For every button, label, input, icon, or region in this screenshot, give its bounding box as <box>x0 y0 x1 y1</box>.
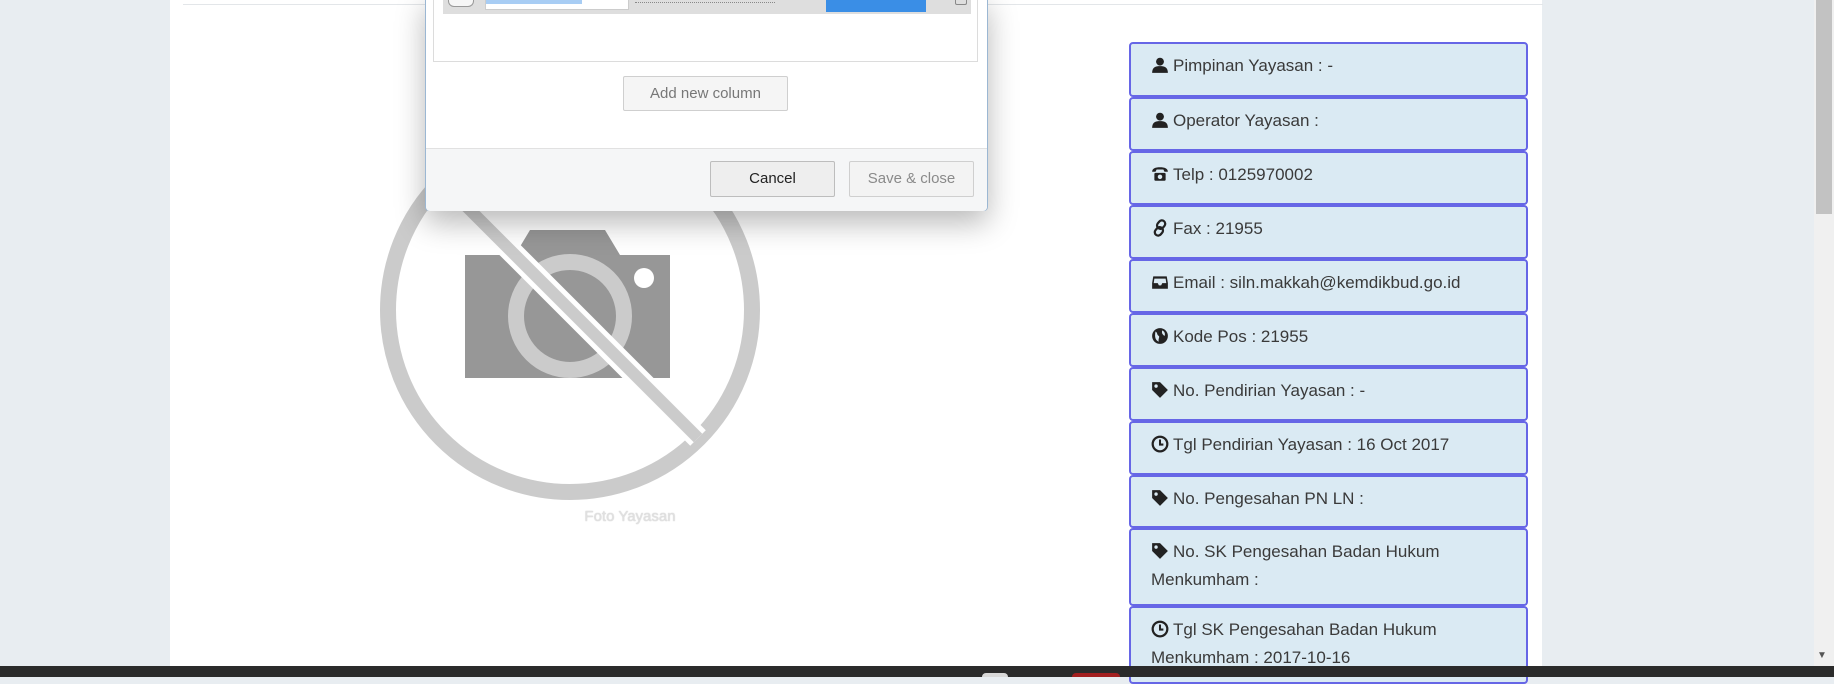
info-label: Email : siln.makkah@kemdikbud.go.id <box>1173 273 1461 292</box>
info-kode-pos: Kode Pos : 21955 <box>1129 313 1528 367</box>
scroll-down-arrow-icon[interactable]: ▼ <box>1817 650 1827 661</box>
info-label: No. Pendirian Yayasan : - <box>1173 381 1366 400</box>
scrollbar-thumb[interactable] <box>1816 0 1832 214</box>
taskbar-app-icon[interactable] <box>982 673 1008 677</box>
info-email: Email : siln.makkah@kemdikbud.go.id <box>1129 259 1528 313</box>
info-tgl-pendirian: Tgl Pendirian Yayasan : 16 Oct 2017 <box>1129 421 1528 475</box>
column-type-select[interactable] <box>635 0 775 3</box>
info-operator: Operator Yayasan : <box>1129 97 1528 151</box>
add-new-column-button[interactable]: Add new column <box>623 76 788 111</box>
info-no-sk-pengesahan: No. SK Pengesahan Badan Hukum Menkumham … <box>1129 528 1528 606</box>
cancel-button[interactable]: Cancel <box>710 161 835 197</box>
info-label: No. Pengesahan PN LN : <box>1173 489 1364 508</box>
user-icon <box>1151 53 1173 81</box>
info-label: Tgl Pendirian Yayasan : 16 Oct 2017 <box>1173 435 1450 454</box>
photo-caption: Foto Yayasan <box>584 508 676 525</box>
column-list <box>433 0 978 62</box>
info-no-pendirian: No. Pendirian Yayasan : - <box>1129 367 1528 421</box>
globe-icon <box>1151 324 1173 352</box>
info-fax: Fax : 21955 <box>1129 205 1528 259</box>
save-close-button[interactable]: Save & close <box>849 161 974 197</box>
info-label: Fax : 21955 <box>1173 219 1263 238</box>
phone-icon <box>1151 162 1173 190</box>
info-label: Telp : 0125970002 <box>1173 165 1313 184</box>
tag-icon <box>1151 486 1173 514</box>
tag-icon <box>1151 539 1173 567</box>
info-label: Operator Yayasan : <box>1173 111 1319 130</box>
column-row <box>443 0 971 14</box>
toggle-icon[interactable] <box>448 0 474 7</box>
info-label: Kode Pos : 21955 <box>1173 327 1309 346</box>
tag-icon <box>1151 378 1173 406</box>
link-icon <box>1151 216 1173 244</box>
text-selection <box>486 0 582 4</box>
inbox-icon <box>1151 270 1173 298</box>
column-action-button[interactable] <box>826 0 926 12</box>
column-editor-dialog: Add new column Cancel Save & close <box>425 0 988 211</box>
taskbar-app-icon[interactable] <box>1072 673 1120 677</box>
info-label: Tgl SK Pengesahan Badan Hukum Menkumham … <box>1151 620 1437 667</box>
taskbar <box>0 666 1834 677</box>
info-label: No. SK Pengesahan Badan Hukum Menkumham … <box>1151 542 1440 589</box>
info-pimpinan: Pimpinan Yayasan : - <box>1129 42 1528 97</box>
clock-icon <box>1151 617 1173 645</box>
clock-icon <box>1151 432 1173 460</box>
info-telp: Telp : 0125970002 <box>1129 151 1528 205</box>
delete-icon[interactable] <box>955 0 967 5</box>
info-no-pengesahan: No. Pengesahan PN LN : <box>1129 475 1528 528</box>
dialog-footer: Cancel Save & close <box>426 148 987 211</box>
user-icon <box>1151 108 1173 136</box>
info-label: Pimpinan Yayasan : - <box>1173 56 1334 75</box>
